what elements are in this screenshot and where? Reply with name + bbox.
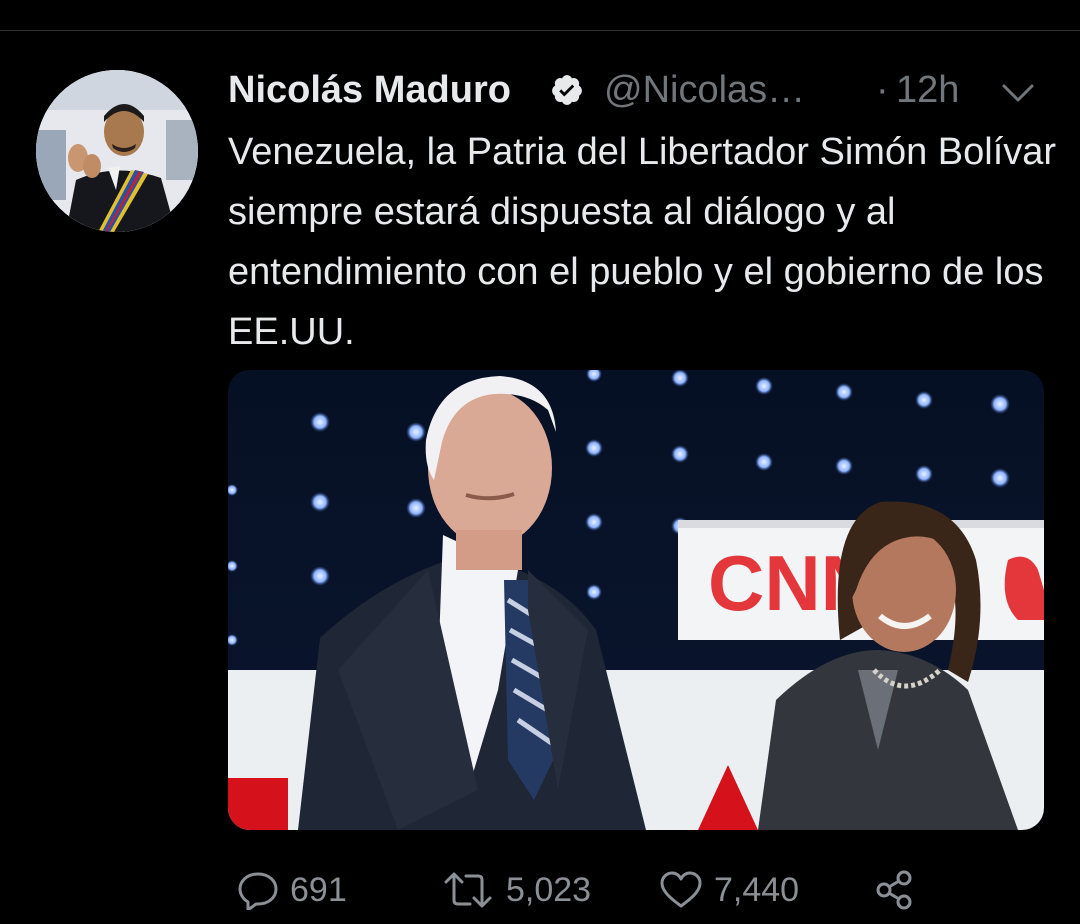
chevron-down-icon[interactable] (998, 74, 1038, 110)
heart-icon (658, 870, 704, 910)
tweet-action-bar: 691 5,023 7,440 (228, 862, 1080, 918)
tweet-timestamp[interactable]: 12h (896, 68, 959, 112)
header-separator: · (876, 69, 889, 111)
verified-badge-icon (550, 73, 584, 107)
share-icon (872, 868, 916, 912)
tweet-photo[interactable]: CNN (228, 370, 1044, 830)
retweet-button[interactable]: 5,023 (440, 862, 591, 918)
author-name[interactable]: Nicolás Maduro (228, 68, 511, 112)
retweet-count: 5,023 (506, 870, 592, 909)
reply-count: 691 (290, 870, 347, 909)
retweet-icon (440, 870, 496, 910)
top-divider (0, 30, 1080, 31)
author-handle[interactable]: @Nicolas… (604, 68, 805, 112)
reply-button[interactable]: 691 (236, 862, 347, 918)
share-button[interactable] (872, 862, 916, 918)
tweet-header: Nicolás Maduro @Nicolas… · 12h (228, 68, 1068, 112)
like-count: 7,440 (714, 870, 800, 909)
reply-icon (236, 870, 280, 910)
like-button[interactable]: 7,440 (658, 862, 799, 918)
tweet-text: Venezuela, la Patria del Libertador Simó… (228, 131, 1057, 353)
avatar[interactable] (36, 70, 198, 232)
